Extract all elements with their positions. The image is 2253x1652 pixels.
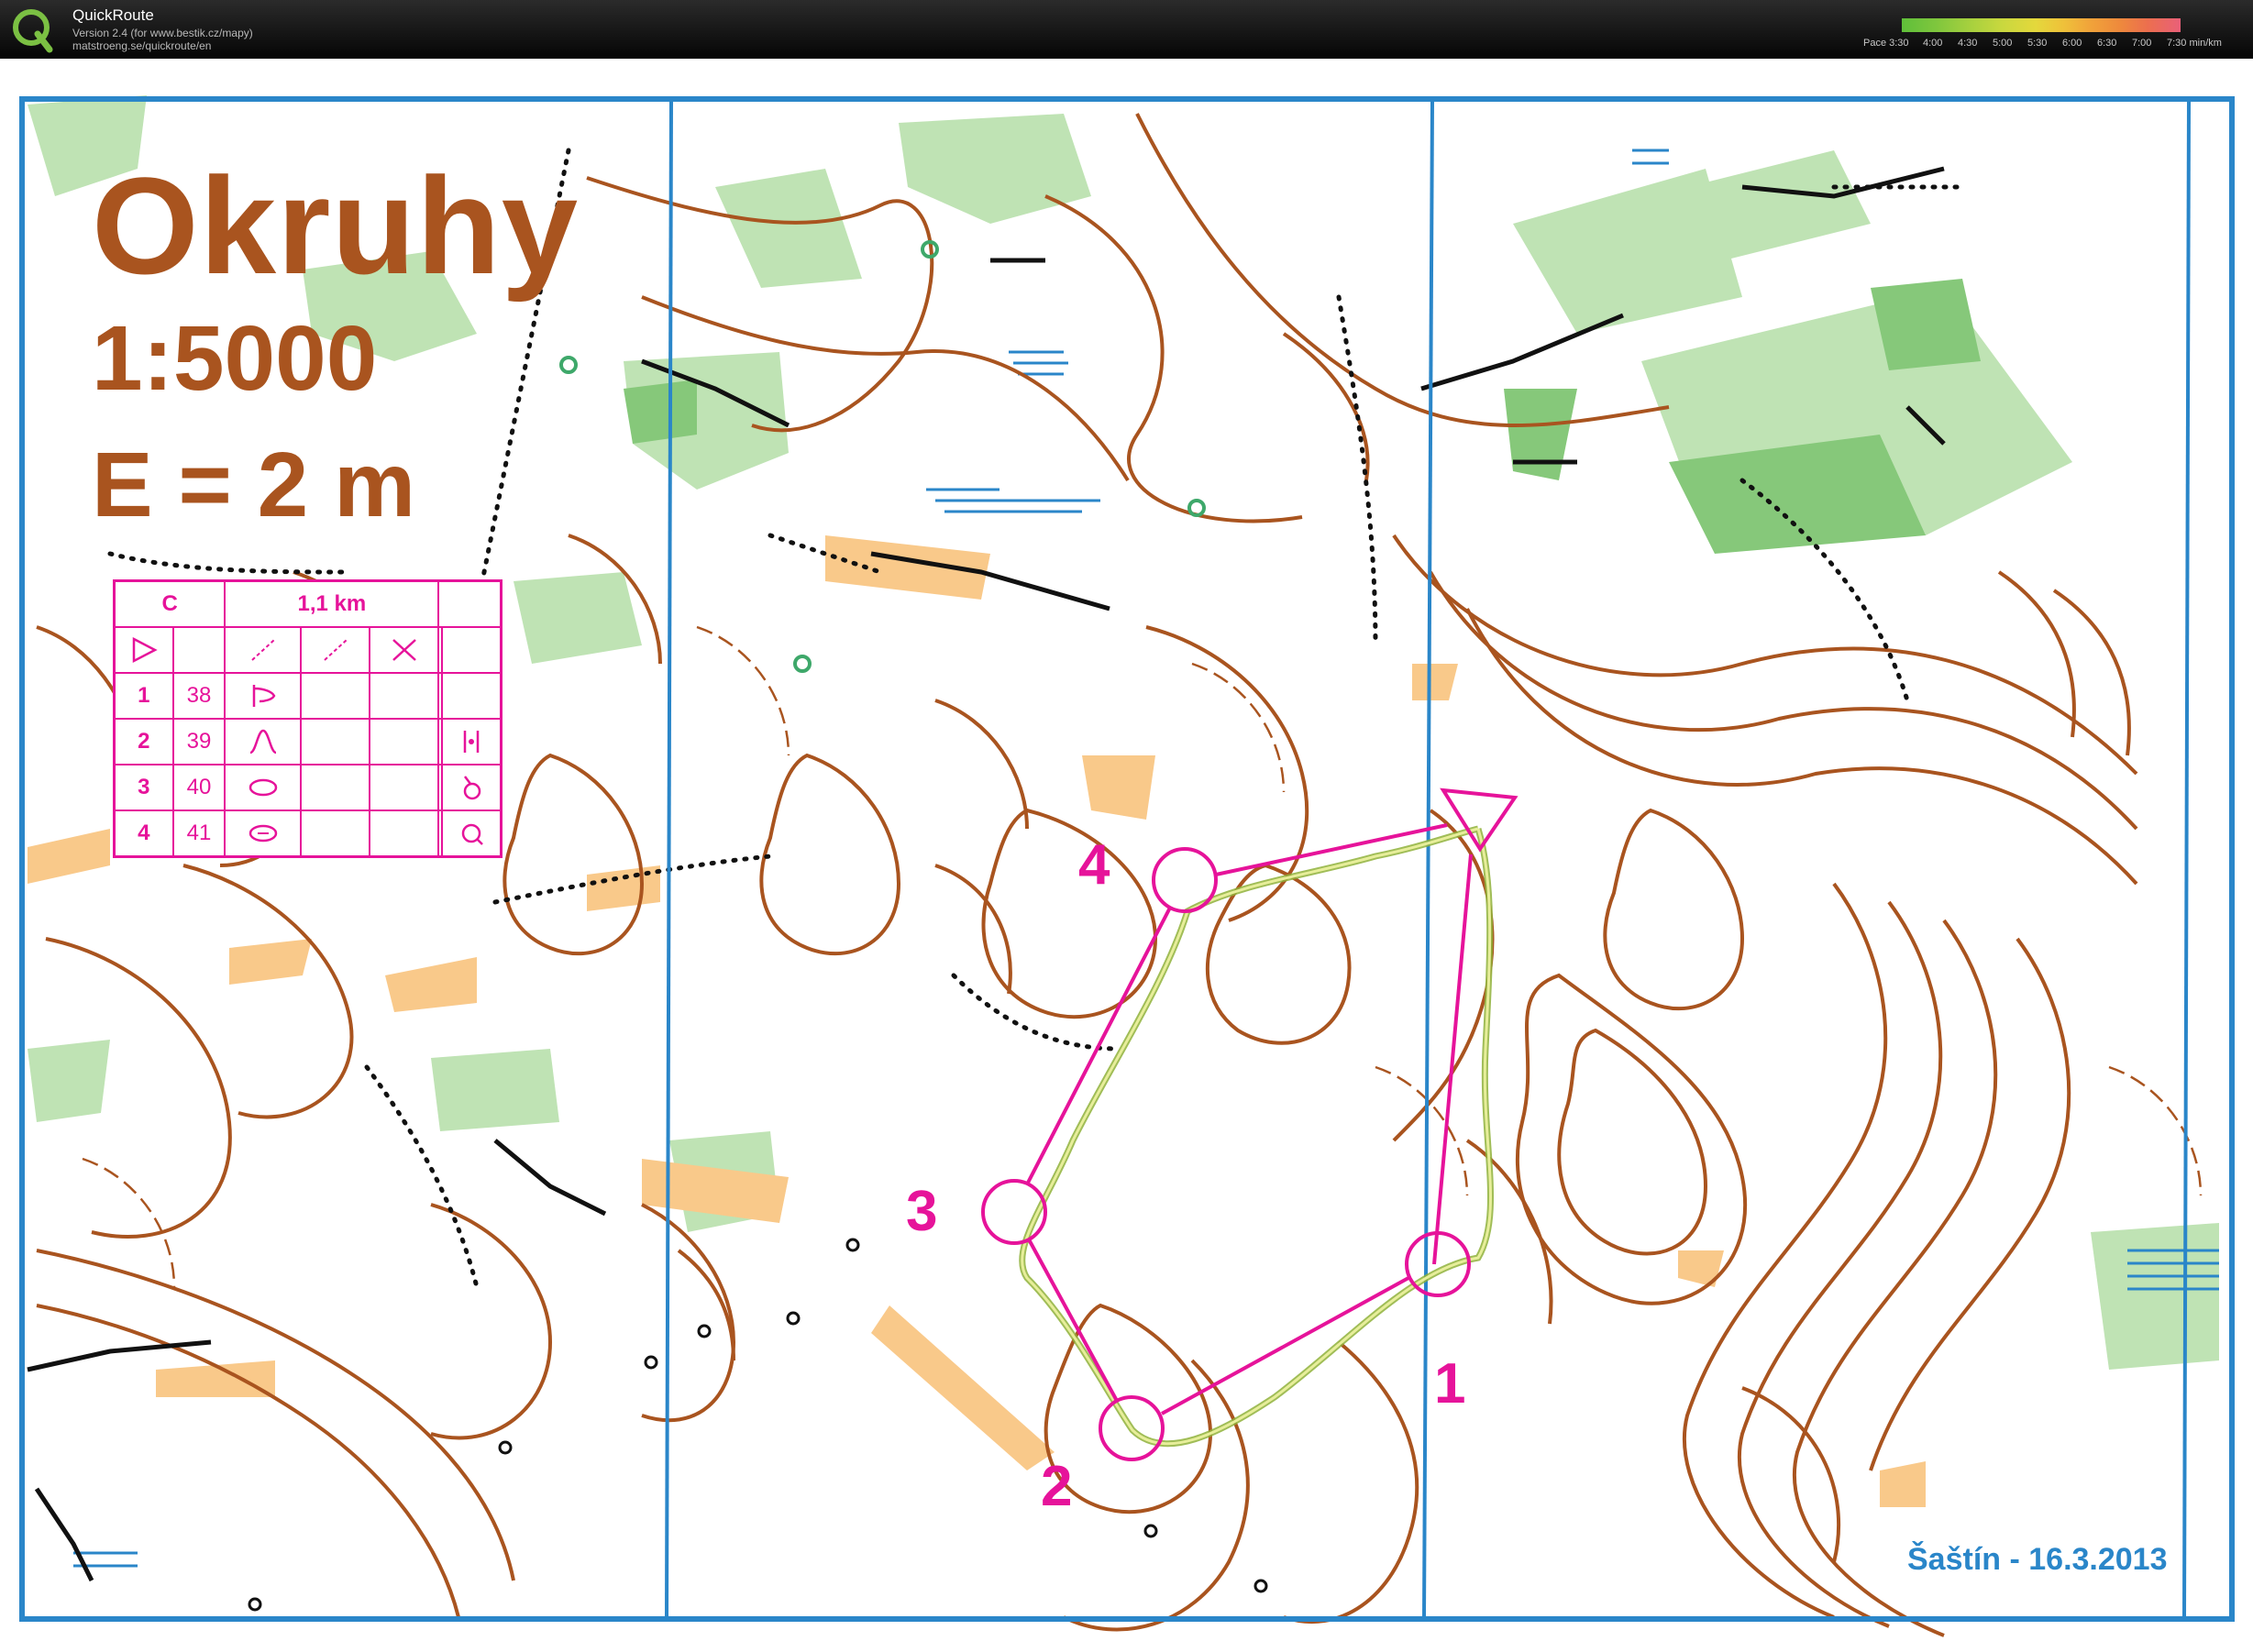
control-code: 40 — [171, 764, 226, 811]
empty-cell — [171, 626, 226, 674]
course-class: C — [113, 579, 226, 628]
pace-tick: 7:30 min/km — [2167, 38, 2222, 49]
between-icon — [441, 718, 503, 765]
description-row: 2 39 — [113, 718, 503, 765]
empty-cell — [441, 626, 503, 674]
control-number: 4 — [113, 809, 174, 858]
empty-cell — [369, 672, 440, 720]
control-description-sheet: C 1,1 km 1 38 2 39 3 40 4 41 — [113, 579, 503, 858]
pace-tick: 7:00 — [2132, 38, 2152, 49]
description-header-row: C 1,1 km — [113, 579, 503, 628]
empty-cell — [300, 764, 371, 811]
control-number-1: 1 — [1434, 1352, 1466, 1415]
app-title: QuickRoute — [72, 6, 154, 24]
map-equidistance: E = 2 m — [92, 434, 415, 536]
app-url[interactable]: matstroeng.se/quickroute/en — [72, 39, 211, 52]
pace-tick: 5:00 — [1993, 38, 2013, 49]
app-header: QuickRoute Version 2.4 (for www.bestik.c… — [0, 0, 2253, 59]
course-length: 1,1 km — [224, 579, 440, 628]
description-row: 1 38 — [113, 672, 503, 720]
empty-cell — [300, 718, 371, 765]
empty-cell — [369, 764, 440, 811]
map-footer: Šaštín - 16.3.2013 — [1907, 1542, 2168, 1577]
control-number: 3 — [113, 764, 174, 811]
map-title: Okruhy — [92, 149, 580, 303]
part-icon — [441, 809, 503, 858]
pace-color-scale — [1902, 18, 2181, 32]
knoll-icon — [224, 718, 303, 765]
empty-cell — [300, 672, 371, 720]
empty-cell — [369, 718, 440, 765]
empty-cell — [369, 809, 440, 858]
control-number-4: 4 — [1078, 833, 1110, 897]
description-start-row — [113, 626, 503, 674]
control-number-2: 2 — [1041, 1455, 1073, 1518]
app-version: Version 2.4 (for www.bestik.cz/mapy) — [72, 27, 253, 39]
start-triangle-icon — [113, 626, 174, 674]
foot-icon — [441, 764, 503, 811]
pace-label: Pace 3:30 — [1863, 38, 1909, 49]
slope-icon — [300, 626, 371, 674]
quickroute-logo-icon — [13, 9, 53, 53]
pace-tick: 4:00 — [1923, 38, 1943, 49]
empty-cell — [437, 579, 503, 628]
map-scale: 1:5000 — [92, 307, 378, 410]
description-row: 4 41 — [113, 809, 503, 858]
control-number: 2 — [113, 718, 174, 765]
depression-icon — [224, 764, 303, 811]
pace-tick: 6:30 — [2097, 38, 2117, 49]
pace-tick: 5:30 — [2027, 38, 2048, 49]
pace-tick: 6:00 — [2062, 38, 2082, 49]
orienteering-map[interactable]: Okruhy 1:5000 E = 2 m Šaštín - 16.3.2013… — [0, 59, 2253, 1652]
empty-cell — [441, 672, 503, 720]
control-number: 1 — [113, 672, 174, 720]
empty-cell — [300, 809, 371, 858]
description-row: 3 40 — [113, 764, 503, 811]
pace-tick: 4:30 — [1958, 38, 1978, 49]
spur-icon — [224, 672, 303, 720]
control-code: 39 — [171, 718, 226, 765]
crossing-icon — [369, 626, 440, 674]
control-number-3: 3 — [906, 1180, 938, 1243]
pit-icon — [224, 809, 303, 858]
control-code: 38 — [171, 672, 226, 720]
control-code: 41 — [171, 809, 226, 858]
slope-icon — [224, 626, 303, 674]
